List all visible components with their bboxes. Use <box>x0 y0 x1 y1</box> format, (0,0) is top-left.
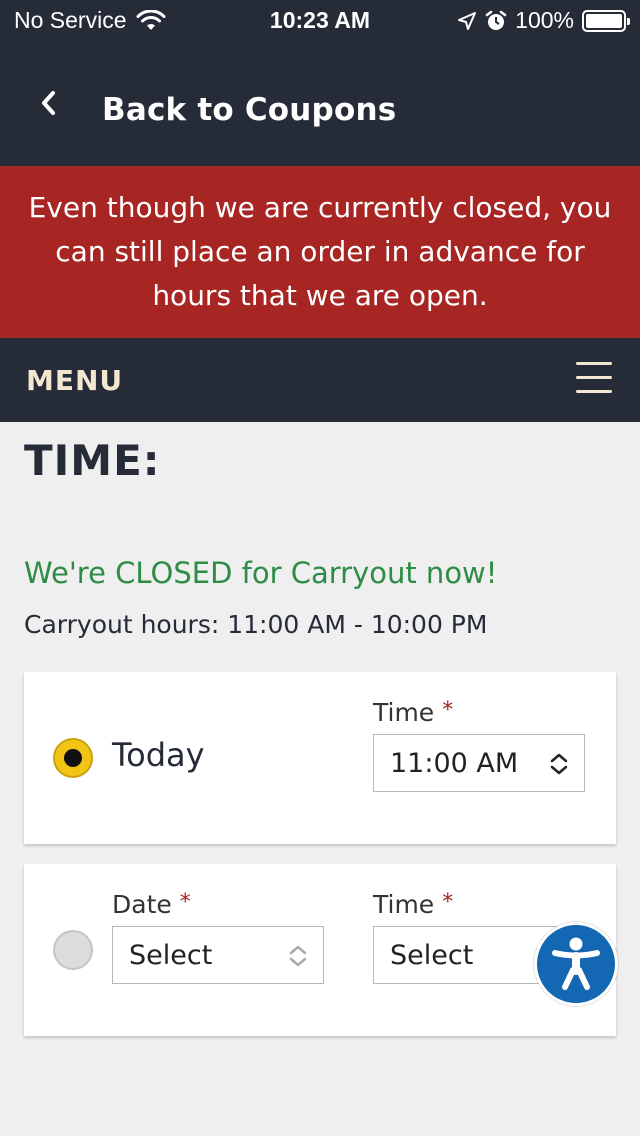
today-time-label: Time * <box>373 698 453 727</box>
today-option-card[interactable]: Today Time * 11:00 AM <box>24 672 616 844</box>
closed-banner-text: Even though we are currently closed, you… <box>28 191 612 312</box>
battery-percent: 100% <box>515 7 574 33</box>
today-label: Today <box>112 736 205 774</box>
date-select[interactable]: Select <box>112 926 324 984</box>
time-heading: TIME: <box>24 436 161 485</box>
later-time-value: Select <box>390 939 474 971</box>
required-mark: * <box>179 890 191 915</box>
later-time-label: Time * <box>373 890 453 919</box>
today-radio[interactable] <box>53 738 93 778</box>
date-label-text: Date <box>112 890 172 919</box>
nav-bar: Back to Coupons <box>0 40 640 166</box>
location-arrow-icon <box>458 11 477 30</box>
accessibility-person-icon <box>552 937 600 990</box>
menu-label[interactable]: MENU <box>26 364 123 397</box>
hamburger-menu-icon[interactable] <box>576 362 612 396</box>
required-mark: * <box>442 698 454 723</box>
updown-chevron-icon <box>289 945 307 967</box>
status-bar: No Service 10:23 AM 100% <box>0 0 640 40</box>
closed-banner: Even though we are currently closed, you… <box>0 166 640 338</box>
carryout-hours: Carryout hours: 11:00 AM - 10:00 PM <box>24 610 488 639</box>
menu-bar: MENU <box>0 338 640 422</box>
today-time-label-text: Time <box>373 698 435 727</box>
back-chevron-icon[interactable] <box>34 88 64 118</box>
date-label: Date * <box>112 890 191 919</box>
later-time-label-text: Time <box>373 890 435 919</box>
today-time-select[interactable]: 11:00 AM <box>373 734 585 792</box>
required-mark: * <box>442 890 454 915</box>
date-select-value: Select <box>129 939 213 971</box>
alarm-icon <box>485 10 507 30</box>
status-right: 100% <box>457 7 630 34</box>
battery-icon <box>582 9 630 32</box>
closed-message: We're CLOSED for Carryout now! <box>24 556 498 590</box>
updown-chevron-icon <box>550 753 568 775</box>
today-time-value: 11:00 AM <box>390 747 519 779</box>
later-option-card[interactable]: Date * Select Time * Select <box>24 864 616 1036</box>
later-radio[interactable] <box>53 930 93 970</box>
accessibility-button[interactable] <box>534 922 618 1006</box>
back-to-coupons-link[interactable]: Back to Coupons <box>102 92 396 128</box>
